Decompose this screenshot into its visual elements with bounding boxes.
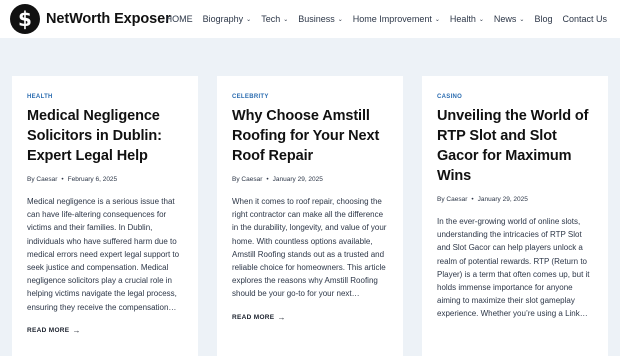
site-name: NetWorth Exposer xyxy=(46,11,171,27)
nav-item-label: Contact Us xyxy=(562,14,607,24)
author-link[interactable]: Caesar xyxy=(241,176,262,183)
chevron-down-icon: ⌄ xyxy=(337,16,343,23)
nav-item-label: Health xyxy=(449,14,476,24)
post-excerpt: In the ever-growing world of online slot… xyxy=(437,217,590,319)
post-grid: HEALTH Medical Negligence Solicitors in … xyxy=(12,76,608,356)
nav-item-label: Business xyxy=(298,14,335,24)
meta-separator: • xyxy=(471,196,474,203)
nav-item-business[interactable]: Business ⌄ xyxy=(298,14,343,24)
nav-item-news[interactable]: News ⌄ xyxy=(494,14,525,24)
post-title-link[interactable]: Why Choose Amstill Roofing for Your Next… xyxy=(232,106,388,166)
nav-item-label: Biography xyxy=(202,14,244,24)
author-link[interactable]: Caesar xyxy=(446,196,467,203)
read-more-label: READ MORE xyxy=(27,326,70,334)
byline-label: By xyxy=(437,196,445,203)
nav-item-label: Home Improvement xyxy=(352,14,432,24)
post-date: January 29, 2025 xyxy=(272,176,323,183)
meta-separator: • xyxy=(61,176,64,183)
nav-item-tech[interactable]: Tech ⌄ xyxy=(261,14,288,24)
chevron-down-icon: ⌄ xyxy=(519,16,525,23)
arrow-right-icon: → xyxy=(277,312,286,322)
post-meta: By Caesar • January 29, 2025 xyxy=(232,176,388,183)
post-date: February 6, 2025 xyxy=(67,176,118,183)
read-more-label: READ MORE xyxy=(232,313,275,321)
post-card: HEALTH Medical Negligence Solicitors in … xyxy=(12,76,198,356)
chevron-down-icon: ⌄ xyxy=(434,16,440,23)
byline-label: By xyxy=(27,176,35,183)
nav-item-contact-us[interactable]: Contact Us xyxy=(562,14,607,24)
category-link[interactable]: HEALTH xyxy=(27,94,183,100)
nav-item-label: Blog xyxy=(534,14,553,24)
post-meta: By Caesar • January 29, 2025 xyxy=(437,196,593,203)
nav-item-home[interactable]: HOME xyxy=(166,14,193,24)
chevron-down-icon: ⌄ xyxy=(246,16,252,23)
nav-item-home-improvement[interactable]: Home Improvement ⌄ xyxy=(353,14,440,24)
arrow-right-icon: → xyxy=(72,325,81,335)
byline-label: By xyxy=(232,176,240,183)
site-header: $ NetWorth Exposer HOME Biography ⌄ Tech ⌄… xyxy=(0,0,620,38)
category-link[interactable]: CELEBRITY xyxy=(232,94,388,100)
dollar-logo-icon: $ xyxy=(10,4,40,34)
nav-item-label: HOME xyxy=(165,14,193,24)
post-title-link[interactable]: Medical Negligence Solicitors in Dublin:… xyxy=(27,106,183,166)
read-more-link[interactable]: READ MORE → xyxy=(232,313,388,322)
category-link[interactable]: CASINO xyxy=(437,94,593,100)
post-excerpt: Medical negligence is a serious issue th… xyxy=(27,197,180,312)
read-more-link[interactable]: READ MORE → xyxy=(27,326,183,335)
chevron-down-icon: ⌄ xyxy=(478,16,484,23)
nav-item-label: Tech xyxy=(261,14,281,24)
nav-item-label: News xyxy=(493,14,517,24)
post-meta: By Caesar • February 6, 2025 xyxy=(27,176,183,183)
nav-item-health[interactable]: Health ⌄ xyxy=(450,14,484,24)
post-card: CASINO Unveiling the World of RTP Slot a… xyxy=(422,76,608,356)
post-date: January 29, 2025 xyxy=(477,196,528,203)
post-excerpt: When it comes to roof repair, choosing t… xyxy=(232,197,387,299)
post-card: CELEBRITY Why Choose Amstill Roofing for… xyxy=(217,76,403,356)
nav-item-biography[interactable]: Biography ⌄ xyxy=(203,14,252,24)
post-title-link[interactable]: Unveiling the World of RTP Slot and Slot… xyxy=(437,106,593,186)
meta-separator: • xyxy=(266,176,269,183)
nav-item-blog[interactable]: Blog xyxy=(534,14,552,24)
chevron-down-icon: ⌄ xyxy=(283,16,289,23)
author-link[interactable]: Caesar xyxy=(36,176,57,183)
main-nav: HOME Biography ⌄ Tech ⌄ Business ⌄ Home Imp… xyxy=(166,0,607,38)
site-logo[interactable]: $ NetWorth Exposer xyxy=(10,4,171,34)
